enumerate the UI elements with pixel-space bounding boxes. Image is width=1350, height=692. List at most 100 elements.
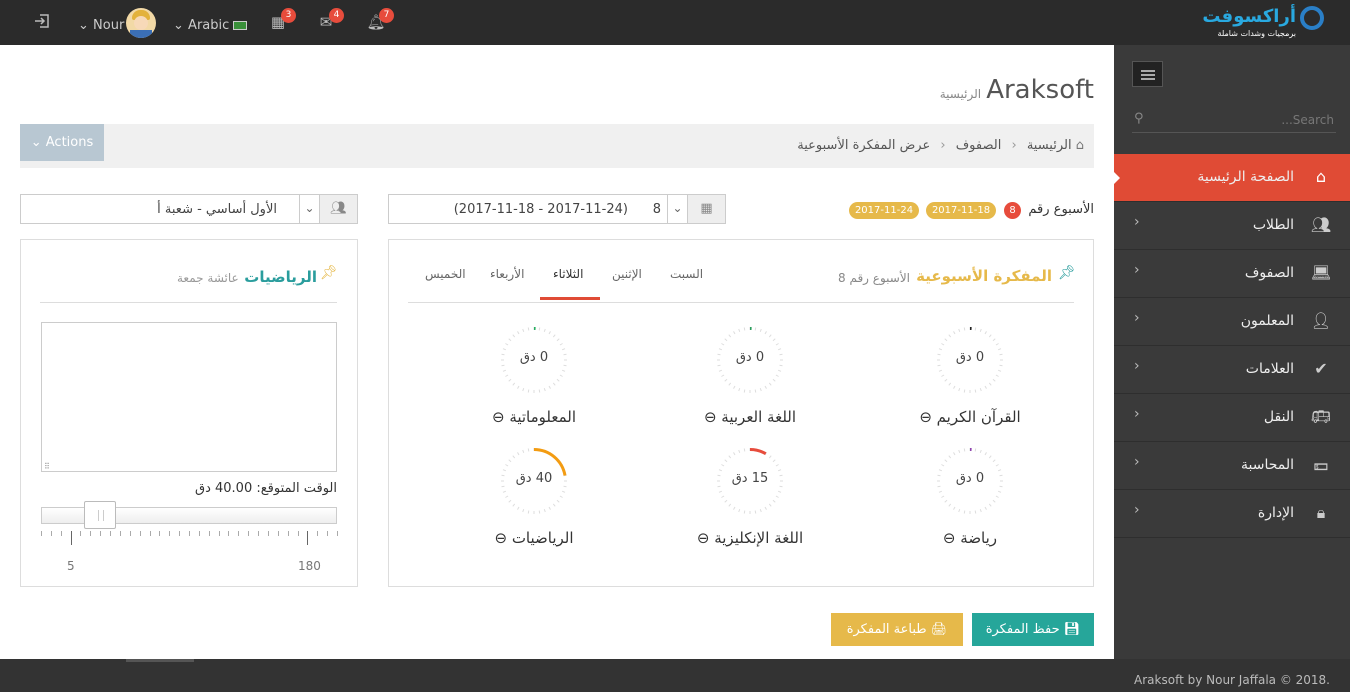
dial-tick — [743, 448, 746, 452]
subject-dial[interactable]: 0 دق رياضة ⊖ — [900, 445, 1040, 547]
tab-thursday[interactable]: الخميس — [425, 267, 466, 281]
logout-icon[interactable] — [32, 12, 52, 32]
sidebar-item-teachers[interactable]: › 👤︎ المعلمون — [1114, 298, 1350, 346]
slider-tick — [307, 531, 309, 545]
avatar[interactable] — [126, 8, 156, 38]
arrow-circle-icon[interactable]: ⊖ — [494, 529, 507, 547]
dial-tick — [562, 369, 566, 372]
dial-tick — [944, 499, 948, 503]
bell-icon[interactable]: 🔔︎ 7 — [366, 8, 394, 32]
subject-teacher: عائشة جمعة — [177, 271, 239, 285]
dial-tick — [775, 495, 779, 498]
class-select[interactable]: 👥︎ ⌄ الأول أساسي - شعبة أ — [20, 194, 358, 224]
brand-logo[interactable]: أراكسوفت برمجيات وشدات شاملة — [1202, 5, 1330, 41]
subject-label: اللغة العربية — [721, 408, 797, 426]
chevron-right-icon: › — [1134, 214, 1140, 230]
dial-tick — [941, 374, 945, 377]
tab-monday[interactable]: الإثنين — [612, 267, 642, 281]
actions-button[interactable]: ⌄ Actions — [20, 124, 104, 161]
slider-tick — [159, 531, 161, 536]
arrow-circle-icon[interactable]: ⊖ — [943, 529, 956, 547]
arrow-circle-icon[interactable]: ⊖ — [919, 408, 932, 426]
calendar-icon[interactable]: ▦ 3 — [268, 8, 296, 32]
tabs-divider — [408, 302, 1074, 303]
subject-dial[interactable]: 0 دق المعلوماتية ⊖ — [464, 324, 604, 426]
dial-tick — [562, 490, 566, 493]
dial-tick — [552, 334, 556, 338]
sidebar-toggle-button[interactable] — [1132, 61, 1163, 87]
sidebar-item-admin[interactable]: › 🔒︎ الإدارة — [1114, 490, 1350, 538]
subject-label: اللغة الإنكليزية — [714, 529, 804, 547]
dial-tick — [974, 327, 977, 331]
print-notebook-button[interactable]: 🖨︎ طباعة المفكرة — [831, 613, 963, 646]
tab-saturday[interactable]: السبت — [670, 267, 703, 281]
tab-tuesday[interactable]: الثلاثاء — [553, 267, 583, 281]
language-menu[interactable]: ⌄ Arabic — [173, 18, 248, 33]
dial-tick — [502, 490, 506, 493]
breadcrumb-current: عرض المفكرة الأسبوعية — [797, 138, 931, 153]
subject-dial[interactable]: 40 دق الرياضيات ⊖ — [464, 445, 604, 547]
sidebar-item-grades[interactable]: › ✔ العلامات — [1114, 346, 1350, 394]
dial-tick — [937, 364, 941, 367]
time-slider-handle[interactable] — [84, 501, 117, 529]
dial-tick — [772, 378, 776, 382]
chevron-right-icon: › — [1134, 502, 1140, 518]
dial-tick — [948, 503, 952, 507]
brand-name: أراكسوفت — [1202, 6, 1296, 27]
sidebar-item-label: النقل — [1263, 409, 1294, 425]
dial-tick — [505, 343, 509, 346]
dial-tick — [938, 369, 942, 372]
time-dial: 0 دق — [498, 324, 570, 396]
resize-handle-icon[interactable]: ⠿ — [44, 462, 50, 471]
dial-tick — [768, 334, 772, 338]
dial-tick — [995, 464, 999, 467]
copyright: Araksoft by Nour Jaffala © 2018. — [1134, 673, 1330, 687]
dial-tick — [953, 385, 956, 389]
mail-icon[interactable]: ✉ 4 — [316, 8, 344, 32]
slider-tick — [189, 531, 190, 536]
notes-textarea[interactable]: ⠿ — [41, 322, 337, 472]
arrow-circle-icon[interactable]: ⊖ — [492, 408, 505, 426]
breadcrumb: ⌂ الرئيسية ‹ الصفوف ‹ عرض المفكرة الأسبو… — [797, 138, 1084, 153]
week-select[interactable]: ▦ ⌄ (2017-11-18 - 2017-11-24) 8 — [388, 194, 726, 224]
sidebar-item-accounting[interactable]: › 💵︎ المحاسبة — [1114, 442, 1350, 490]
dial-tick — [764, 385, 767, 389]
page-title: Araksoft — [986, 75, 1094, 105]
sidebar-item-transport[interactable]: › 🚌︎ النقل — [1114, 394, 1350, 442]
dial-tick — [538, 389, 541, 393]
dial-tick — [512, 503, 516, 507]
dial-tick — [512, 455, 516, 459]
subject-name: المعلوماتية ⊖ — [464, 408, 604, 426]
breadcrumb-home[interactable]: الرئيسية — [1027, 138, 1072, 153]
bus-icon: 🚌︎ — [1310, 407, 1332, 426]
dial-tick — [563, 485, 567, 488]
slider-tick — [110, 531, 112, 536]
subject-dial[interactable]: 15 دق اللغة الإنكليزية ⊖ — [680, 445, 820, 547]
sidebar-item-students[interactable]: › 👥︎ الطلاب — [1114, 202, 1350, 250]
subject-dial[interactable]: 0 دق القرآن الكريم ⊖ — [900, 324, 1040, 426]
subject-name: اللغة الإنكليزية ⊖ — [680, 529, 820, 547]
tab-wednesday[interactable]: الأربعاء — [490, 267, 524, 281]
sidebar-item-home[interactable]: ⌂ الصفحة الرئيسية — [1113, 154, 1350, 202]
arrow-circle-icon[interactable]: ⊖ — [704, 408, 717, 426]
slider-tick — [100, 531, 102, 536]
slider-tick — [198, 531, 200, 536]
slider-tick — [179, 531, 181, 536]
dial-tick — [559, 343, 563, 346]
user-menu[interactable]: ⌄ Nour — [78, 18, 124, 33]
sidebar-item-classes[interactable]: › 💻︎ الصفوف — [1114, 250, 1350, 298]
dial-tick — [508, 499, 512, 503]
page-subtitle: الرئيسية — [939, 87, 982, 101]
user-icon: 👤︎ — [1310, 311, 1332, 330]
sidebar-search[interactable]: ⚲ ...Search — [1132, 107, 1336, 133]
slider-tick — [139, 531, 141, 536]
search-input[interactable]: ...Search — [1281, 113, 1334, 127]
save-notebook-button[interactable]: 💾︎ حفظ المفكرة — [972, 613, 1094, 646]
dial-tick — [984, 452, 987, 456]
arrow-circle-icon[interactable]: ⊖ — [697, 529, 710, 547]
dial-tick — [948, 382, 952, 386]
notebook-title: المفكرة الأسبوعية — [916, 267, 1052, 285]
subject-dial[interactable]: 0 دق اللغة العربية ⊖ — [680, 324, 820, 426]
dial-tick — [958, 328, 961, 332]
breadcrumb-classes[interactable]: الصفوف — [956, 138, 1002, 153]
